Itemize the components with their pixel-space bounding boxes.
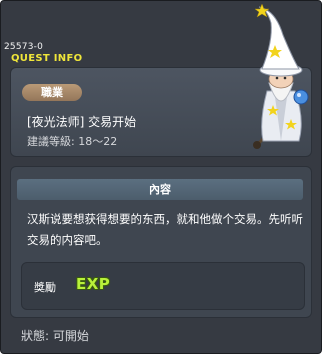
quest-info-window: 25573-0 QUEST INFO 職業 [夜光法师] 交易开始 建議等級: … bbox=[0, 0, 322, 354]
quest-id: 25573-0 bbox=[4, 42, 44, 52]
quest-info-title: QUEST INFO bbox=[11, 53, 83, 64]
wizard-npc-icon bbox=[253, 3, 309, 149]
quest-status: 狀態: 可開始 bbox=[21, 329, 89, 343]
content-header: 內容 bbox=[17, 179, 303, 200]
job-badge: 職業 bbox=[22, 84, 82, 101]
exp-icon: EXP bbox=[76, 275, 111, 293]
content-text: 汉斯说要想获得想要的东西，就和他做个交易。先听听交易的内容吧。 bbox=[27, 212, 303, 247]
quest-name: [夜光法师] 交易开始 bbox=[27, 115, 137, 129]
recommended-level: 建議等級: 18～22 bbox=[27, 135, 118, 148]
reward-box: 獎勵 EXP bbox=[21, 262, 305, 310]
reward-label: 獎勵 bbox=[34, 281, 56, 294]
quest-body-panel: 內容 汉斯说要想获得想要的东西，就和他做个交易。先听听交易的内容吧。 獎勵 EX… bbox=[10, 166, 312, 318]
